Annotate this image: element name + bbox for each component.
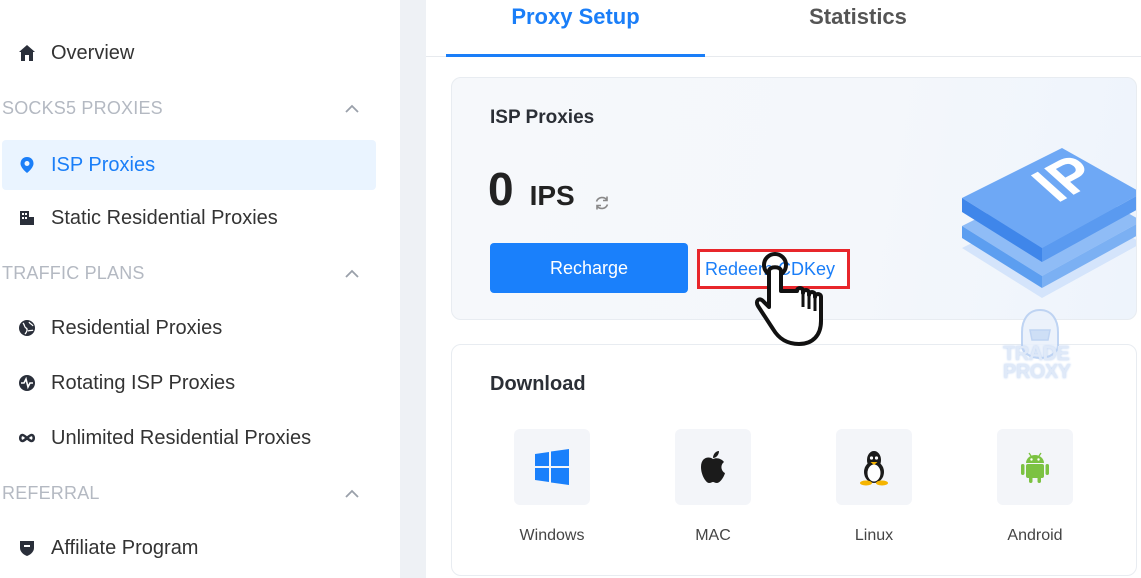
watermark-line2: PROXY: [1003, 361, 1071, 383]
section-label: REFERRAL: [2, 482, 100, 503]
sidebar-item-static-residential[interactable]: Static Residential Proxies: [2, 193, 376, 243]
linux-tux-icon: [860, 451, 888, 486]
chevron-up-icon: [344, 98, 360, 119]
download-mac[interactable]: MAC: [675, 429, 751, 545]
pointer-hand-icon: [754, 252, 823, 346]
chevron-up-icon: [344, 483, 360, 504]
section-label: SOCKS5 PROXIES: [2, 97, 163, 118]
location-pin-icon: [18, 156, 36, 174]
os-label: Linux: [854, 527, 894, 544]
tab-bar: Proxy Setup Statistics: [426, 0, 1141, 57]
os-icon-box: [514, 429, 590, 505]
refresh-icon[interactable]: [593, 194, 611, 212]
sidebar-item-label: Rotating ISP Proxies: [51, 371, 236, 394]
sidebar-item-label: ISP Proxies: [51, 153, 156, 176]
section-traffic-plans[interactable]: TRAFFIC PLANS: [2, 258, 376, 288]
sidebar-item-affiliate[interactable]: Affiliate Program: [2, 523, 376, 573]
sidebar-item-overview[interactable]: Overview: [2, 28, 376, 78]
ip-unit: IPS: [529, 180, 575, 211]
tab-label: Proxy Setup: [511, 4, 640, 29]
os-label: Android: [1007, 527, 1063, 544]
recharge-button[interactable]: Recharge: [490, 243, 688, 293]
sidebar-item-label: Static Residential Proxies: [51, 206, 278, 229]
ip-count-row: 0 IPS: [488, 166, 611, 212]
active-tab-indicator: [446, 54, 705, 57]
os-label: MAC: [695, 527, 731, 544]
sidebar-item-label: Affiliate Program: [51, 536, 199, 559]
infinity-icon: [18, 429, 36, 447]
sidebar-item-residential[interactable]: Residential Proxies: [2, 303, 376, 353]
os-label: Windows: [519, 527, 585, 544]
apple-icon: [701, 451, 725, 483]
os-icon-box: [997, 429, 1073, 505]
ip-count: 0: [488, 163, 514, 215]
layout-divider: [400, 0, 426, 578]
globe-icon: [18, 319, 36, 337]
windows-icon: [535, 449, 569, 485]
download-windows[interactable]: Windows: [514, 429, 590, 545]
sidebar-item-label: Residential Proxies: [51, 316, 223, 339]
section-label: TRAFFIC PLANS: [2, 262, 145, 283]
card-title: ISP Proxies: [490, 107, 595, 128]
download-linux[interactable]: Linux: [836, 429, 912, 545]
building-icon: [18, 209, 36, 227]
download-android[interactable]: Android: [997, 429, 1073, 545]
sidebar-item-label: Unlimited Residential Proxies: [51, 426, 312, 449]
os-icon-box: [836, 429, 912, 505]
pulse-icon: [18, 374, 36, 392]
chevron-up-icon: [344, 263, 360, 284]
sidebar-item-isp-proxies[interactable]: ISP Proxies: [2, 140, 376, 190]
sidebar: Overview SOCKS5 PROXIES ISP Proxies Stat…: [0, 0, 400, 578]
sidebar-item-rotating-isp[interactable]: Rotating ISP Proxies: [2, 358, 376, 408]
os-icon-box: [675, 429, 751, 505]
tab-statistics[interactable]: Statistics: [756, 4, 960, 56]
ip-illustration-icon: IP: [962, 145, 1136, 298]
home-icon: [18, 44, 36, 62]
sidebar-item-label: Overview: [51, 41, 135, 64]
tab-proxy-setup[interactable]: Proxy Setup: [446, 4, 705, 56]
download-title: Download: [490, 373, 586, 395]
tab-label: Statistics: [809, 4, 907, 29]
shield-icon: [18, 539, 36, 557]
section-socks5-proxies[interactable]: SOCKS5 PROXIES: [2, 93, 376, 123]
section-referral[interactable]: REFERRAL: [2, 478, 376, 508]
sidebar-item-unlimited-residential[interactable]: Unlimited Residential Proxies: [2, 413, 376, 463]
android-icon: [1021, 452, 1049, 483]
